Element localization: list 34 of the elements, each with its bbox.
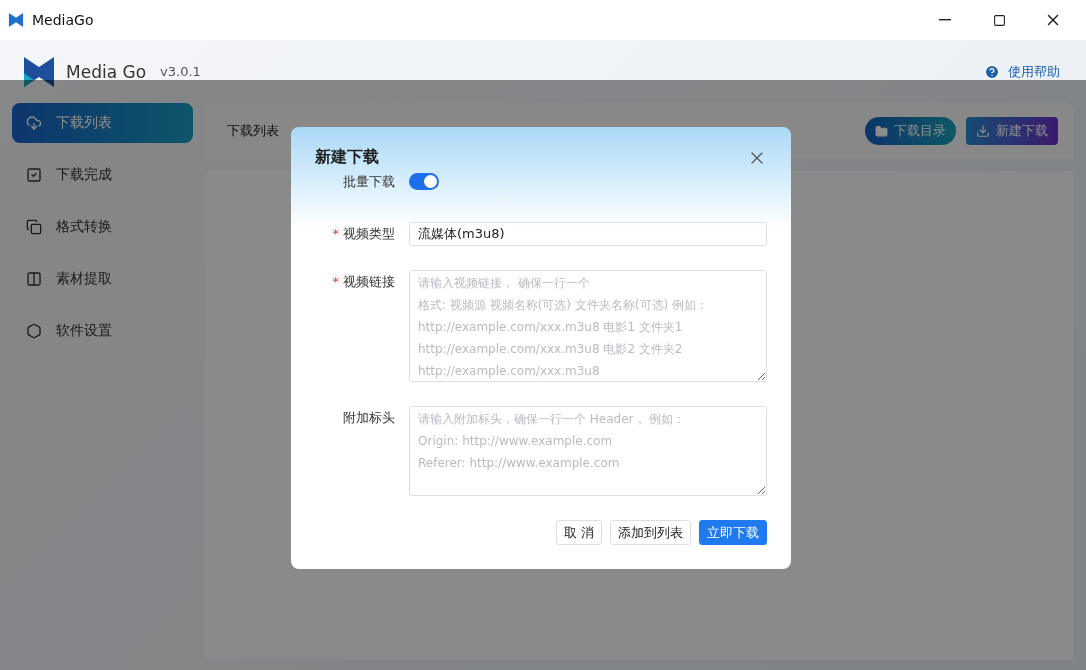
sidebar-item[interactable]: 下载完成 <box>12 155 193 195</box>
columns-icon <box>26 271 42 287</box>
folder-icon <box>875 124 888 138</box>
field-label: * 视频类型 <box>331 225 395 243</box>
checkbox-icon <box>26 167 42 183</box>
field-label: 批量下载 <box>342 173 395 191</box>
download-icon <box>976 124 990 138</box>
dialog-title: 新建下载 <box>315 147 379 168</box>
help-icon <box>984 63 1000 80</box>
copy-icon <box>26 219 42 235</box>
field-label: 附加标头 <box>342 409 395 427</box>
help-link[interactable]: 使用帮助 <box>984 62 1060 81</box>
video-type-select[interactable]: 流媒体(m3u8) <box>409 222 767 246</box>
hexagon-icon <box>26 323 42 339</box>
version-label: v3.0.1 <box>160 64 201 79</box>
field-label: * 视频链接 <box>331 273 395 291</box>
logo-icon <box>22 54 56 89</box>
download-folder-button[interactable]: 下载目录 <box>865 117 956 145</box>
primary-button[interactable]: 立即下载 <box>699 520 767 545</box>
app-logo-icon <box>8 12 24 28</box>
sidebar-item[interactable]: 格式转换 <box>12 207 193 247</box>
dialog-button[interactable]: 取 消 <box>555 520 602 545</box>
dialog-button[interactable]: 添加到列表 <box>610 520 691 545</box>
window-title: MediaGo <box>32 12 95 28</box>
cloud-download-icon <box>26 115 42 131</box>
maximize-icon <box>992 13 1006 27</box>
sidebar-item[interactable]: 软件设置 <box>12 311 193 351</box>
app-name: Media Go <box>66 61 147 82</box>
new-download-button[interactable]: 新建下载 <box>966 117 1058 145</box>
batch-toggle[interactable] <box>409 173 439 190</box>
page-title: 下载列表 <box>227 122 280 140</box>
sidebar-item[interactable]: 下载列表 <box>12 103 193 143</box>
sidebar-item[interactable]: 素材提取 <box>12 259 193 299</box>
minimize-icon <box>939 19 951 21</box>
